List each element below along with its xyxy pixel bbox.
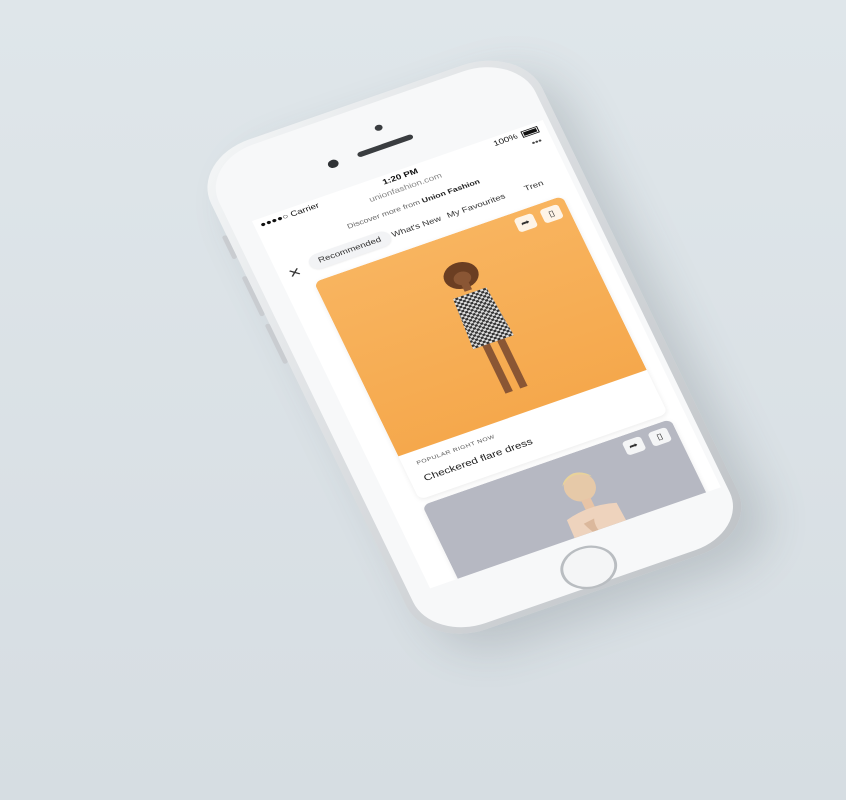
earpiece-speaker	[356, 133, 414, 158]
phone-screen: ●●●●○ Carrier 1:20 PM 100% unionfashion.…	[251, 120, 721, 589]
bookmark-icon[interactable]: ▯	[647, 426, 673, 447]
proximity-sensor	[326, 158, 341, 170]
card-actions: ➦ ▯	[509, 203, 565, 234]
battery-icon	[520, 125, 540, 138]
more-icon[interactable]: •••	[530, 137, 543, 148]
bookmark-icon[interactable]: ▯	[539, 203, 565, 224]
iphone-mockup: ●●●●○ Carrier 1:20 PM 100% unionfashion.…	[190, 44, 759, 650]
model-photo	[443, 261, 528, 394]
home-button[interactable]	[552, 538, 625, 597]
close-icon[interactable]: ✕	[286, 264, 305, 282]
card-actions: ➦ ▯	[618, 426, 673, 457]
share-icon[interactable]: ➦	[512, 212, 538, 233]
share-icon[interactable]: ➦	[621, 435, 647, 456]
product-image[interactable]: ➦ ▯	[313, 195, 647, 457]
tab-trending[interactable]: Tren	[523, 179, 545, 193]
front-camera	[373, 123, 384, 132]
